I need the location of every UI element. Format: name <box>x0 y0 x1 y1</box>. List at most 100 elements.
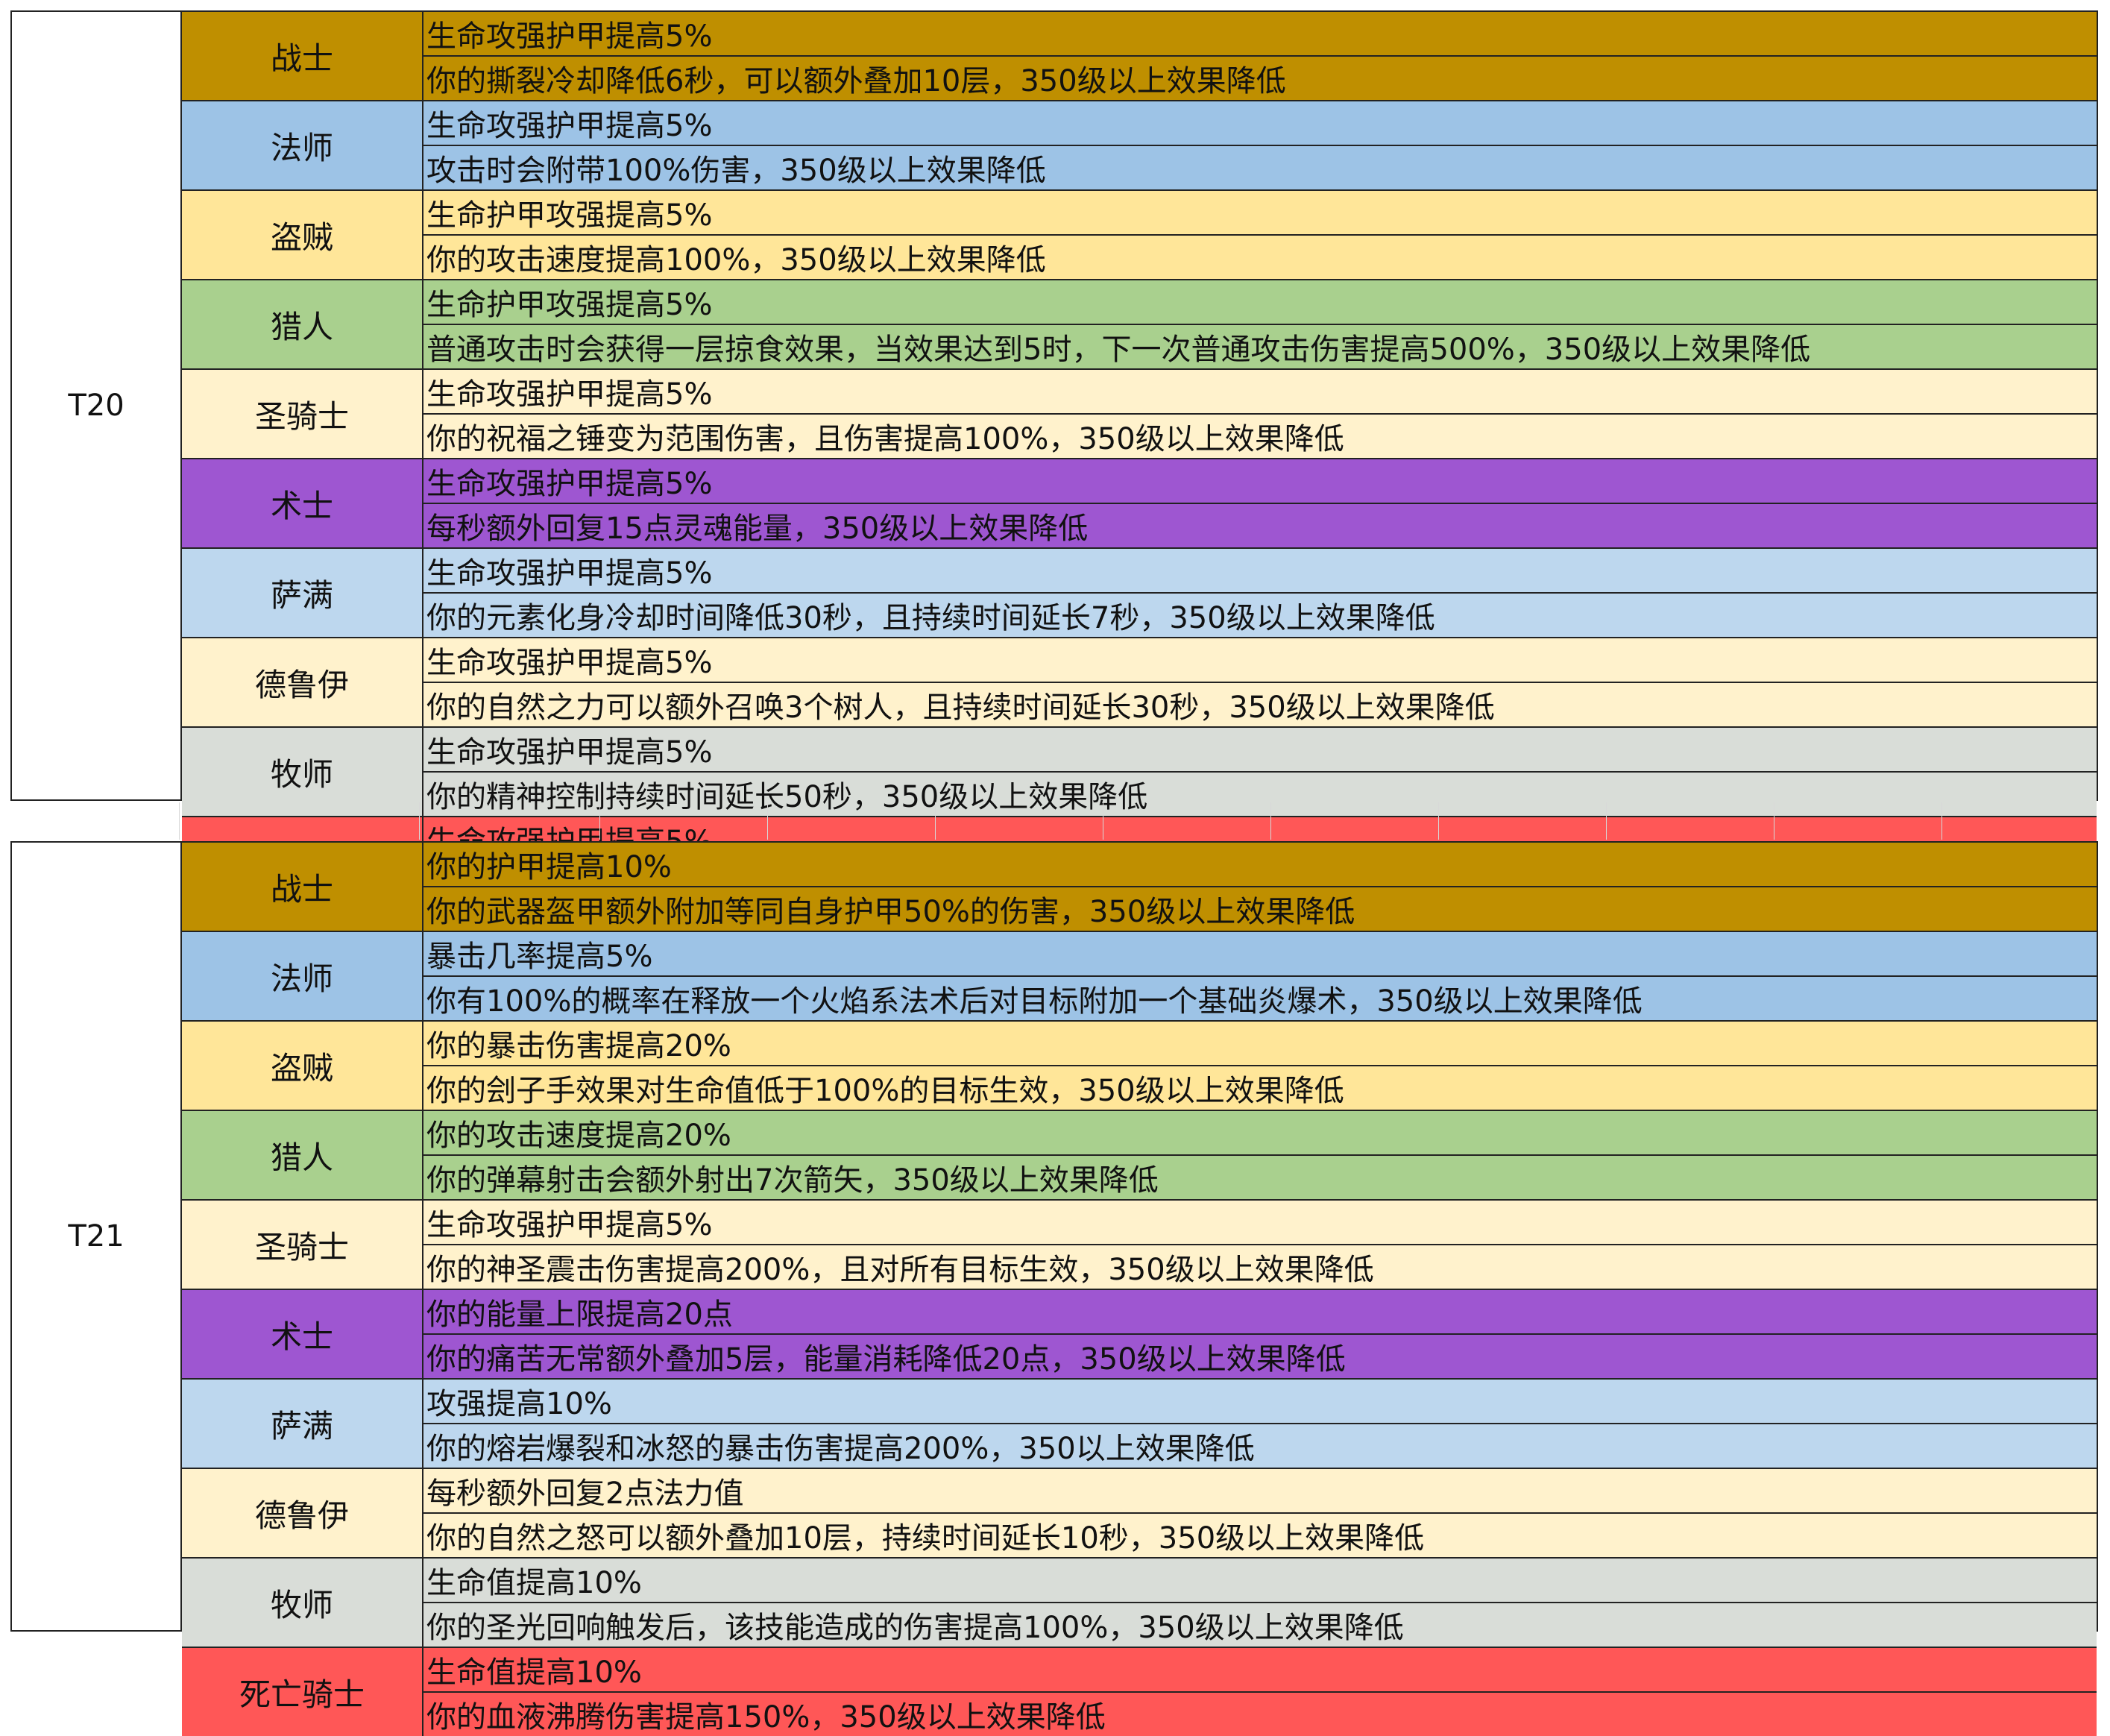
effect-cells: 每秒额外回复2点法力值 你的自然之怒可以额外叠加10层，持续时间延长10秒，350… <box>423 1469 2097 1557</box>
set-effect-cell: 你的熔岩爆裂和冰怒的暴击伤害提高200%，350以上效果降低 <box>423 1424 2097 1468</box>
stat-bonus-cell: 每秒额外回复2点法力值 <box>423 1469 2097 1514</box>
class-name-cell: 萨满 <box>182 1380 423 1468</box>
stat-bonus-cell: 生命攻强护甲提高5% <box>423 101 2097 146</box>
gridline <box>767 802 768 840</box>
tier-table-t20: T20 战士 生命攻强护甲提高5% 你的撕裂冷却降低6秒，可以额外叠加10层，350… <box>10 10 2098 905</box>
effect-cells: 生命护甲攻强提高5% 普通攻击时会获得一层掠食效果，当效果达到5时，下一次普通攻击… <box>423 280 2097 368</box>
tier-label: T21 <box>12 843 182 1630</box>
stat-bonus-cell: 生命攻强护甲提高5% <box>423 638 2097 683</box>
class-row: 圣骑士 生命攻强护甲提高5% 你的祝福之锤变为范围伤害，且伤害提高100%，350级… <box>182 370 2097 459</box>
class-row: 德鲁伊 每秒额外回复2点法力值 你的自然之怒可以额外叠加10层，持续时间延长10秒，… <box>182 1469 2097 1559</box>
set-effect-cell: 你的自然之怒可以额外叠加10层，持续时间延长10秒，350级以上效果降低 <box>423 1514 2097 1557</box>
set-effect-cell: 你的攻击速度提高100%，350级以上效果降低 <box>423 236 2097 279</box>
class-name-cell: 法师 <box>182 101 423 189</box>
stat-bonus-cell: 你的攻击速度提高20% <box>423 1111 2097 1156</box>
class-row: 战士 生命攻强护甲提高5% 你的撕裂冷却降低6秒，可以额外叠加10层，350级以上效… <box>182 12 2097 101</box>
class-name-cell: 德鲁伊 <box>182 638 423 726</box>
set-effect-cell: 你的圣光回响触发后，该技能造成的伤害提高100%，350级以上效果降低 <box>423 1603 2097 1647</box>
class-name-cell: 战士 <box>182 843 423 931</box>
class-row: 牧师 生命值提高10% 你的圣光回响触发后，该技能造成的伤害提高100%，350级以… <box>182 1559 2097 1648</box>
class-name-cell: 法师 <box>182 932 423 1020</box>
tier-label: T20 <box>12 12 182 799</box>
class-name-cell: 猎人 <box>182 280 423 368</box>
effect-cells: 生命攻强护甲提高5% 攻击时会附带100%伤害，350级以上效果降低 <box>423 101 2097 189</box>
class-name-cell: 牧师 <box>182 1559 423 1647</box>
stat-bonus-cell: 生命攻强护甲提高5% <box>423 12 2097 57</box>
class-row: 术士 你的能量上限提高20点 你的痛苦无常额外叠加5层，能量消耗降低20点，350级… <box>182 1290 2097 1380</box>
set-effect-cell: 攻击时会附带100%伤害，350级以上效果降低 <box>423 146 2097 189</box>
effect-cells: 生命攻强护甲提高5% 你的祝福之锤变为范围伤害，且伤害提高100%，350级以上效… <box>423 370 2097 458</box>
class-name-cell: 萨满 <box>182 549 423 637</box>
gridline <box>1270 802 1271 840</box>
effect-cells: 攻强提高10% 你的熔岩爆裂和冰怒的暴击伤害提高200%，350以上效果降低 <box>423 1380 2097 1468</box>
class-name-cell: 圣骑士 <box>182 370 423 458</box>
effect-cells: 生命攻强护甲提高5% 你的撕裂冷却降低6秒，可以额外叠加10层，350级以上效果降… <box>423 12 2097 100</box>
set-effect-cell: 你的武器盔甲额外附加等同自身护甲50%的伤害，350级以上效果降低 <box>423 887 2097 931</box>
effect-cells: 暴击几率提高5% 你有100%的概率在释放一个火焰系法术后对目标附加一个基础炎爆术… <box>423 932 2097 1020</box>
gridline <box>1606 802 1607 840</box>
tier-table-t21: T21 战士 你的护甲提高10% 你的武器盔甲额外附加等同自身护甲50%的伤害，35… <box>10 841 2098 1736</box>
class-row: 德鲁伊 生命攻强护甲提高5% 你的自然之力可以额外召唤3个树人，且持续时间延长30秒… <box>182 638 2097 728</box>
stat-bonus-cell: 生命攻强护甲提高5% <box>423 549 2097 594</box>
set-effect-cell: 你有100%的概率在释放一个火焰系法术后对目标附加一个基础炎爆术，350级以上效… <box>423 977 2097 1020</box>
stat-bonus-cell: 生命值提高10% <box>423 1559 2097 1603</box>
class-row: 战士 你的护甲提高10% 你的武器盔甲额外附加等同自身护甲50%的伤害，350级以上… <box>182 843 2097 932</box>
effect-cells: 生命攻强护甲提高5% 你的神圣震击伤害提高200%，且对所有目标生效，350级以上… <box>423 1201 2097 1289</box>
class-row: 法师 生命攻强护甲提高5% 攻击时会附带100%伤害，350级以上效果降低 <box>182 101 2097 191</box>
stat-bonus-cell: 攻强提高10% <box>423 1380 2097 1424</box>
set-effect-cell: 你的弹幕射击会额外射出7次箭矢，350级以上效果降低 <box>423 1156 2097 1199</box>
stat-bonus-cell: 暴击几率提高5% <box>423 932 2097 977</box>
class-name-cell: 猎人 <box>182 1111 423 1199</box>
gridline <box>1941 802 1942 840</box>
stat-bonus-cell: 生命攻强护甲提高5% <box>423 370 2097 415</box>
class-row: 圣骑士 生命攻强护甲提高5% 你的神圣震击伤害提高200%，且对所有目标生效，350… <box>182 1201 2097 1290</box>
set-effect-cell: 你的自然之力可以额外召唤3个树人，且持续时间延长30秒，350级以上效果降低 <box>423 683 2097 726</box>
class-row: 术士 生命攻强护甲提高5% 每秒额外回复15点灵魂能量，350级以上效果降低 <box>182 459 2097 549</box>
class-row: 猎人 生命护甲攻强提高5% 普通攻击时会获得一层掠食效果，当效果达到5时，下一次普通… <box>182 280 2097 370</box>
effect-cells: 你的能量上限提高20点 你的痛苦无常额外叠加5层，能量消耗降低20点，350级以上… <box>423 1290 2097 1378</box>
class-row: 萨满 生命攻强护甲提高5% 你的元素化身冷却时间降低30秒，且持续时间延长7秒，35… <box>182 549 2097 638</box>
class-name-cell: 术士 <box>182 459 423 547</box>
set-effect-cell: 你的痛苦无常额外叠加5层，能量消耗降低20点，350级以上效果降低 <box>423 1335 2097 1378</box>
stat-bonus-cell: 生命攻强护甲提高5% <box>423 1201 2097 1245</box>
class-name-cell: 术士 <box>182 1290 423 1378</box>
effect-cells: 生命护甲攻强提高5% 你的攻击速度提高100%，350级以上效果降低 <box>423 191 2097 279</box>
class-row: 盗贼 你的暴击伤害提高20% 你的刽子手效果对生命值低于100%的目标生效，350级… <box>182 1022 2097 1111</box>
effect-cells: 生命攻强护甲提高5% 你的自然之力可以额外召唤3个树人，且持续时间延长30秒，35… <box>423 638 2097 726</box>
class-name-cell: 死亡骑士 <box>182 1648 423 1736</box>
class-row: 盗贼 生命护甲攻强提高5% 你的攻击速度提高100%，350级以上效果降低 <box>182 191 2097 280</box>
effect-cells: 你的暴击伤害提高20% 你的刽子手效果对生命值低于100%的目标生效，350级以上… <box>423 1022 2097 1110</box>
effect-cells: 生命值提高10% 你的圣光回响触发后，该技能造成的伤害提高100%，350级以上效… <box>423 1559 2097 1647</box>
stat-bonus-cell: 生命攻强护甲提高5% <box>423 459 2097 504</box>
class-name-cell: 盗贼 <box>182 1022 423 1110</box>
class-name-cell: 战士 <box>182 12 423 100</box>
class-row: 法师 暴击几率提高5% 你有100%的概率在释放一个火焰系法术后对目标附加一个基础炎… <box>182 932 2097 1022</box>
effect-cells: 你的护甲提高10% 你的武器盔甲额外附加等同自身护甲50%的伤害，350级以上效果… <box>423 843 2097 931</box>
effect-cells: 你的攻击速度提高20% 你的弹幕射击会额外射出7次箭矢，350级以上效果降低 <box>423 1111 2097 1199</box>
set-effect-cell: 你的撕裂冷却降低6秒，可以额外叠加10层，350级以上效果降低 <box>423 57 2097 100</box>
class-name-cell: 盗贼 <box>182 191 423 279</box>
stat-bonus-cell: 你的能量上限提高20点 <box>423 1290 2097 1335</box>
set-effect-cell: 你的血液沸腾伤害提高150%，350级以上效果降低 <box>423 1693 2097 1736</box>
class-name-cell: 德鲁伊 <box>182 1469 423 1557</box>
stat-bonus-cell: 你的护甲提高10% <box>423 843 2097 887</box>
class-rows: 战士 你的护甲提高10% 你的武器盔甲额外附加等同自身护甲50%的伤害，350级以上… <box>182 843 2097 1736</box>
class-rows: 战士 生命攻强护甲提高5% 你的撕裂冷却降低6秒，可以额外叠加10层，350级以上效… <box>182 12 2097 905</box>
gridline <box>1438 802 1439 840</box>
class-row: 猎人 你的攻击速度提高20% 你的弹幕射击会额外射出7次箭矢，350级以上效果降低 <box>182 1111 2097 1201</box>
stat-bonus-cell: 生命值提高10% <box>423 1648 2097 1693</box>
class-row: 死亡骑士 生命值提高10% 你的血液沸腾伤害提高150%，350级以上效果降低 <box>182 1648 2097 1736</box>
gridline <box>935 802 936 840</box>
stat-bonus-cell: 生命护甲攻强提高5% <box>423 191 2097 236</box>
set-effect-cell: 你的祝福之锤变为范围伤害，且伤害提高100%，350级以上效果降低 <box>423 415 2097 458</box>
spreadsheet-gap-row <box>10 802 2098 840</box>
gridline <box>179 802 180 840</box>
stat-bonus-cell: 你的暴击伤害提高20% <box>423 1022 2097 1066</box>
set-effect-cell: 普通攻击时会获得一层掠食效果，当效果达到5时，下一次普通攻击伤害提高500%，3… <box>423 325 2097 368</box>
effect-cells: 生命攻强护甲提高5% 每秒额外回复15点灵魂能量，350级以上效果降低 <box>423 459 2097 547</box>
stat-bonus-cell: 生命攻强护甲提高5% <box>423 728 2097 773</box>
class-row: 萨满 攻强提高10% 你的熔岩爆裂和冰怒的暴击伤害提高200%，350以上效果降低 <box>182 1380 2097 1469</box>
set-effect-cell: 每秒额外回复15点灵魂能量，350级以上效果降低 <box>423 504 2097 547</box>
set-effect-cell: 你的刽子手效果对生命值低于100%的目标生效，350级以上效果降低 <box>423 1066 2097 1110</box>
gridline <box>419 802 420 840</box>
